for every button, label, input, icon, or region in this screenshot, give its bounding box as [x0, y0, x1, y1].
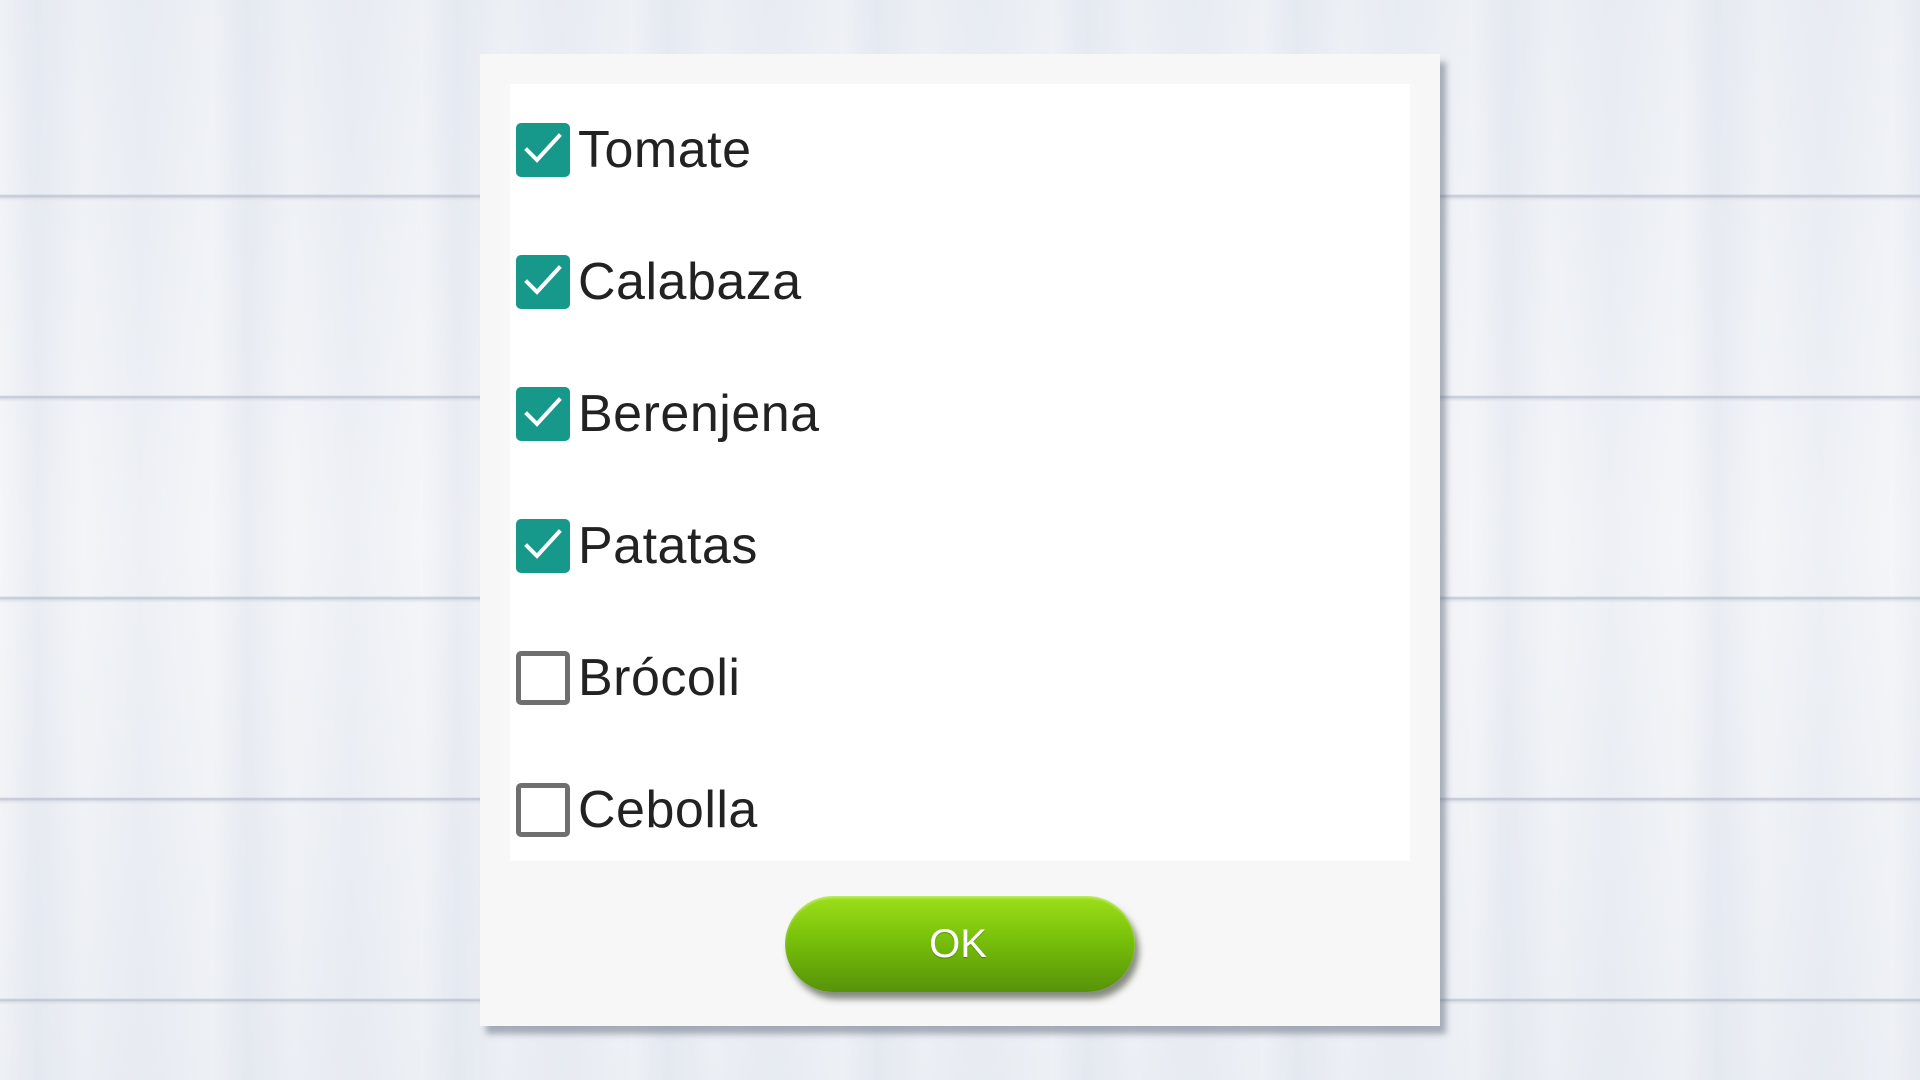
vegetable-select-dialog: Tomate Calabaza Berenjena Patatas Brócol… — [480, 54, 1440, 1026]
option-label: Brócoli — [578, 649, 741, 707]
ok-button-label: OK — [929, 921, 987, 966]
checkmark-icon — [524, 133, 562, 163]
checkbox-checked[interactable] — [516, 387, 570, 441]
option-label: Tomate — [578, 121, 752, 179]
option-label: Cebolla — [578, 781, 758, 839]
option-patatas[interactable]: Patatas — [510, 480, 1410, 612]
checkbox-unchecked[interactable] — [516, 651, 570, 705]
checkbox-checked[interactable] — [516, 255, 570, 309]
checkmark-icon — [524, 265, 562, 295]
ok-button[interactable]: OK — [785, 896, 1135, 992]
option-cebolla[interactable]: Cebolla — [510, 744, 1410, 876]
option-label: Berenjena — [578, 385, 820, 443]
checkbox-checked[interactable] — [516, 123, 570, 177]
checkmark-icon — [524, 397, 562, 427]
option-label: Calabaza — [578, 253, 802, 311]
checkmark-icon — [524, 529, 562, 559]
option-label: Patatas — [578, 517, 758, 575]
options-list: Tomate Calabaza Berenjena Patatas Brócol… — [510, 84, 1410, 861]
checkbox-unchecked[interactable] — [516, 783, 570, 837]
option-brocoli[interactable]: Brócoli — [510, 612, 1410, 744]
option-tomate[interactable]: Tomate — [510, 84, 1410, 216]
checkbox-checked[interactable] — [516, 519, 570, 573]
option-berenjena[interactable]: Berenjena — [510, 348, 1410, 480]
option-calabaza[interactable]: Calabaza — [510, 216, 1410, 348]
